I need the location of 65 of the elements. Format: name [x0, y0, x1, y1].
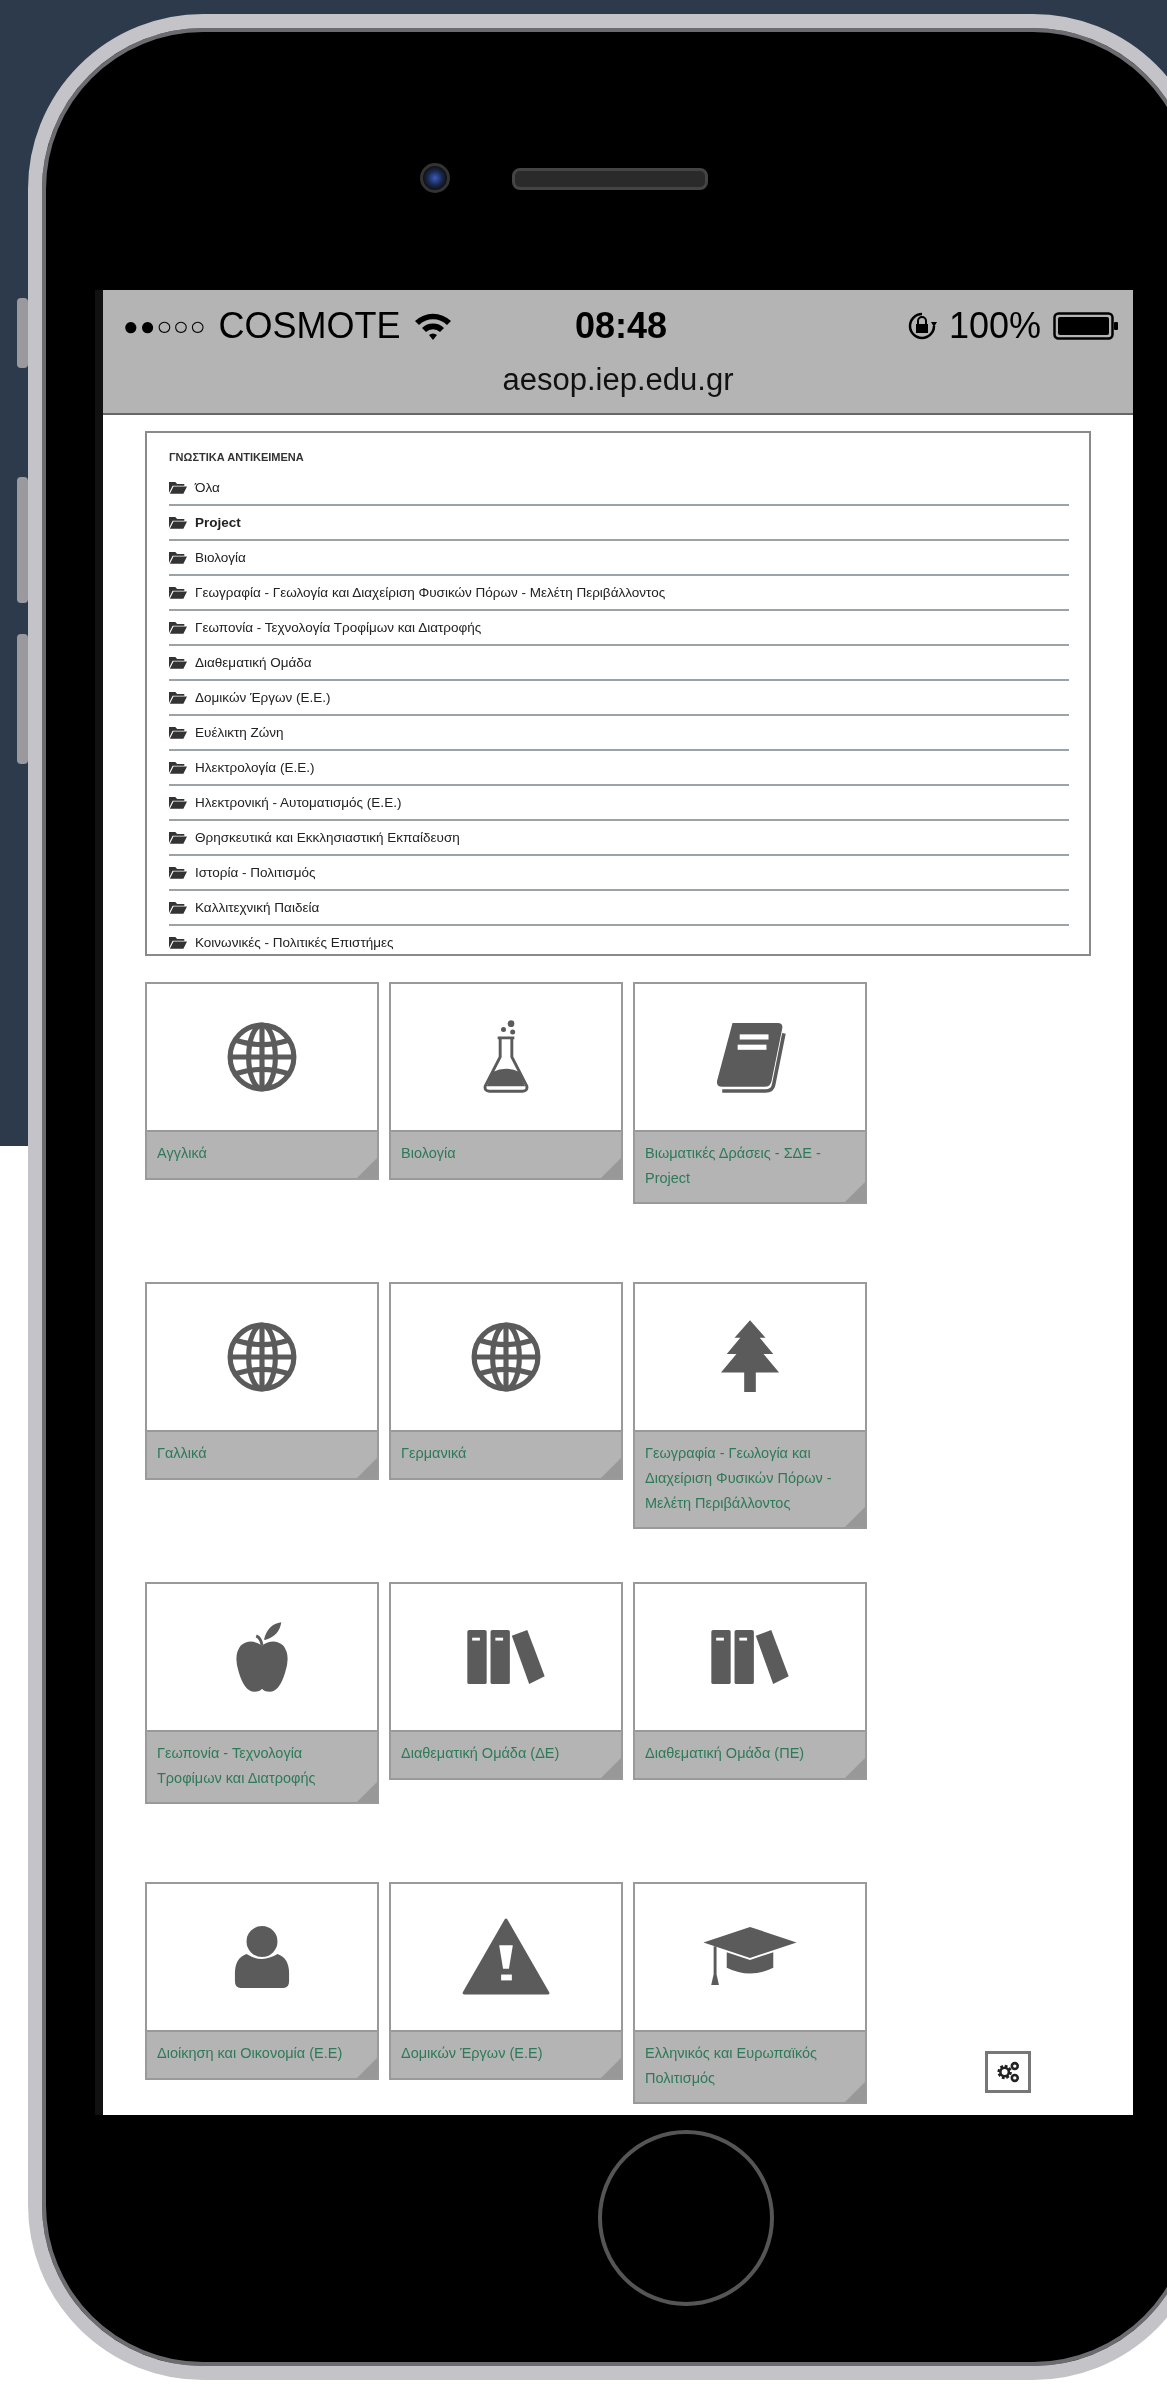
address-bar-url[interactable]: aesop.iep.edu.gr	[103, 356, 1133, 398]
settings-button[interactable]	[985, 2051, 1031, 2093]
category-link[interactable]: Κοινωνικές - Πολιτικές Επιστήμες	[195, 935, 394, 950]
tile-label: Γερμανικά	[401, 1445, 467, 1461]
tile-label: Βιωματικές Δράσεις - ΣΔΕ - Project	[645, 1145, 821, 1186]
folder-icon	[169, 551, 187, 564]
folder-icon	[169, 866, 187, 879]
category-link[interactable]: Ηλεκτρονική - Αυτοματισμός (Ε.Ε.)	[195, 795, 402, 810]
book-icon	[714, 1021, 786, 1093]
category-link[interactable]: Όλα	[195, 480, 220, 495]
globe-icon	[226, 1021, 298, 1093]
clock: 08:48	[574, 305, 668, 347]
folder-icon	[169, 936, 187, 949]
tile-label: Διαθεματική Ομάδα (ΔΕ)	[401, 1745, 560, 1761]
category-link[interactable]: Θρησκευτικά και Εκκλησιαστική Εκπαίδευση	[195, 830, 460, 845]
category-link[interactable]: Γεωγραφία - Γεωλογία και Διαχείριση Φυσικών Πόρων - Μελέτη Περιβάλλοντος	[195, 585, 666, 600]
corner-fold	[845, 1182, 865, 1202]
tile-label: Διαθεματική Ομάδα (ΠΕ)	[645, 1745, 805, 1761]
books-icon	[465, 1628, 547, 1686]
corner-fold	[845, 1507, 865, 1527]
battery-percent: 100%	[948, 305, 1041, 347]
camera-lens	[420, 163, 450, 193]
tile-label: Διοίκηση και Οικονομία (Ε.Ε)	[157, 2045, 343, 2061]
tile-label: Αγγλικά	[157, 1145, 207, 1161]
category-link[interactable]: Γεωπονία - Τεχνολογία Τροφίμων και Διατροφής	[195, 620, 482, 635]
folder-icon	[169, 516, 187, 529]
category-link[interactable]: Project	[195, 515, 241, 530]
tile-label: Δομικών Έργων (Ε.Ε)	[401, 2045, 543, 2061]
folder-icon	[169, 901, 187, 914]
panel-heading: ΓΝΩΣΤΙΚΑ ΑΝΤΙΚΕΙΜΕΝΑ	[169, 451, 305, 463]
folder-icon	[169, 656, 187, 669]
tile-label: Γεωγραφία - Γεωλογία και Διαχείριση Φυσικών Πόρων - Μελέτη Περιβάλλοντος	[645, 1445, 832, 1511]
folder-icon	[169, 796, 187, 809]
globe-icon	[470, 1321, 542, 1393]
category-link[interactable]: Διαθεματική Ομάδα	[195, 655, 312, 670]
folder-icon	[169, 586, 187, 599]
category-link[interactable]: Δομικών Έργων (Ε.Ε.)	[195, 690, 331, 705]
tile-label: Γαλλικά	[157, 1445, 207, 1461]
battery-icon	[1053, 311, 1119, 341]
folder-icon	[169, 726, 187, 739]
tree-icon	[719, 1319, 781, 1395]
tile-label: Γεωπονία - Τεχνολογία Τροφίμων και Διατροφής	[157, 1745, 316, 1786]
corner-fold	[845, 2082, 865, 2102]
folder-icon	[169, 691, 187, 704]
folder-icon	[169, 481, 187, 494]
category-link[interactable]: Καλλιτεχνική Παιδεία	[195, 900, 320, 915]
corner-fold	[845, 1758, 865, 1778]
books-icon	[709, 1628, 791, 1686]
category-link[interactable]: Βιολογία	[195, 550, 246, 565]
warning-icon	[462, 1918, 550, 1996]
category-link[interactable]: Ευέλικτη Ζώνη	[195, 725, 284, 740]
tile-label: Βιολογία	[401, 1145, 456, 1161]
gears-icon	[995, 2061, 1021, 2083]
folder-icon	[169, 761, 187, 774]
signal-dots: ●●○○○	[123, 310, 207, 342]
folder-icon	[169, 621, 187, 634]
carrier-name: COSMOTE	[218, 305, 401, 347]
person-icon	[233, 1925, 291, 1989]
folder-icon	[169, 831, 187, 844]
tile-label: Ελληνικός και Ευρωπαϊκός Πολιτισμός	[645, 2045, 818, 2086]
category-link[interactable]: Ηλεκτρολογία (Ε.Ε.)	[195, 760, 315, 775]
category-link[interactable]: Ιστορία - Πολιτισμός	[195, 865, 316, 880]
rotation-lock-icon	[906, 311, 937, 341]
globe-icon	[226, 1321, 298, 1393]
apple-icon	[235, 1619, 289, 1695]
